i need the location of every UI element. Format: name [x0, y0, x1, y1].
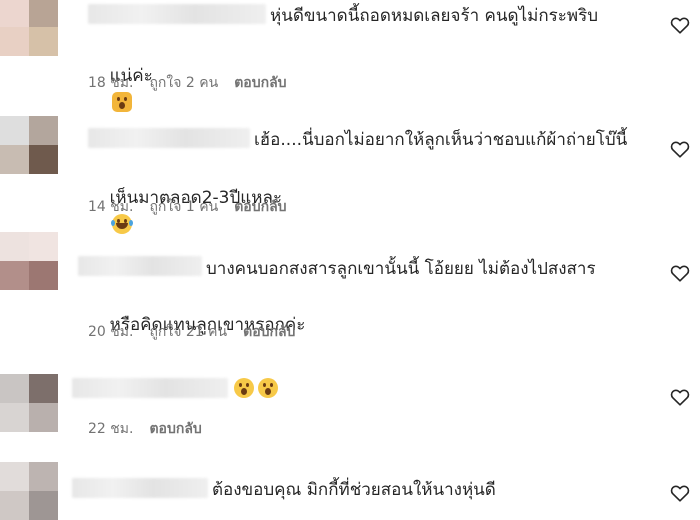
avatar[interactable] [0, 0, 58, 56]
like-count[interactable]: ถูกใจ 2 คน [149, 72, 218, 94]
comment-text: หุ่นดีขนาดนี้ถอดหมดเลยจร้า คนดูไม่กระพริ… [270, 6, 599, 26]
avatar[interactable] [0, 232, 58, 290]
reply-button[interactable]: ตอบกลับ [234, 72, 286, 94]
reply-button[interactable]: ตอบกลับ [234, 196, 286, 218]
username[interactable] [72, 378, 228, 398]
comment-item: ต้องขอบคุณ มิกกี้ที่ช่วยสอนให้นางหุ่นดี [0, 458, 700, 520]
comment-item: เฮ้อ....นี่บอกไม่อยากให้ลูกเห็นว่าชอบแก้… [0, 112, 700, 234]
comment-meta: 18 ชม. ถูกใจ 2 คน ตอบกลับ [88, 72, 287, 94]
comment-item: บางคนบอกสงสารลูกเขานั้นนี้ โอ้ยยย ไม่ต้อ… [0, 232, 700, 346]
comment-emoji [232, 376, 280, 404]
comment-text: บางคนบอกสงสารลูกเขานั้นนี้ โอ้ยยย ไม่ต้อ… [206, 259, 596, 279]
comment-meta: 22 ชม. ตอบกลับ [88, 418, 202, 440]
heart-outline-icon[interactable] [669, 14, 691, 36]
username[interactable] [72, 478, 208, 498]
username[interactable] [78, 256, 202, 276]
comment-item: หุ่นดีขนาดนี้ถอดหมดเลยจร้า คนดูไม่กระพริ… [0, 0, 700, 112]
heart-outline-icon[interactable] [669, 262, 691, 284]
heart-outline-icon[interactable] [669, 138, 691, 160]
comment-text: เฮ้อ....นี่บอกไม่อยากให้ลูกเห็นว่าชอบแก้… [254, 130, 628, 150]
timestamp[interactable]: 14 ชม. [88, 196, 133, 218]
like-count[interactable]: ถูกใจ 1 คน [149, 196, 218, 218]
timestamp[interactable]: 22 ชม. [88, 418, 133, 440]
comment-meta: 14 ชม. ถูกใจ 1 คน ตอบกลับ [88, 196, 287, 218]
comment-item: 22 ชม. ตอบกลับ [0, 372, 700, 452]
like-count[interactable]: ถูกใจ 21 คน [149, 321, 227, 343]
astonished-face-icon [234, 378, 254, 398]
avatar[interactable] [0, 374, 58, 432]
astonished-cat-icon [111, 92, 132, 112]
username[interactable] [88, 128, 250, 148]
heart-outline-icon[interactable] [669, 386, 691, 408]
timestamp[interactable]: 18 ชม. [88, 72, 133, 94]
avatar[interactable] [0, 462, 58, 520]
reply-button[interactable]: ตอบกลับ [243, 321, 295, 343]
comment-text: ต้องขอบคุณ มิกกี้ที่ช่วยสอนให้นางหุ่นดี [212, 480, 496, 500]
username[interactable] [88, 4, 266, 24]
reply-button[interactable]: ตอบกลับ [149, 418, 201, 440]
timestamp[interactable]: 20 ชม. [88, 321, 133, 343]
heart-outline-icon[interactable] [669, 482, 691, 504]
comment-meta: 20 ชม. ถูกใจ 21 คน ตอบกลับ [88, 321, 295, 343]
avatar[interactable] [0, 116, 58, 174]
astonished-face-icon [258, 378, 278, 398]
